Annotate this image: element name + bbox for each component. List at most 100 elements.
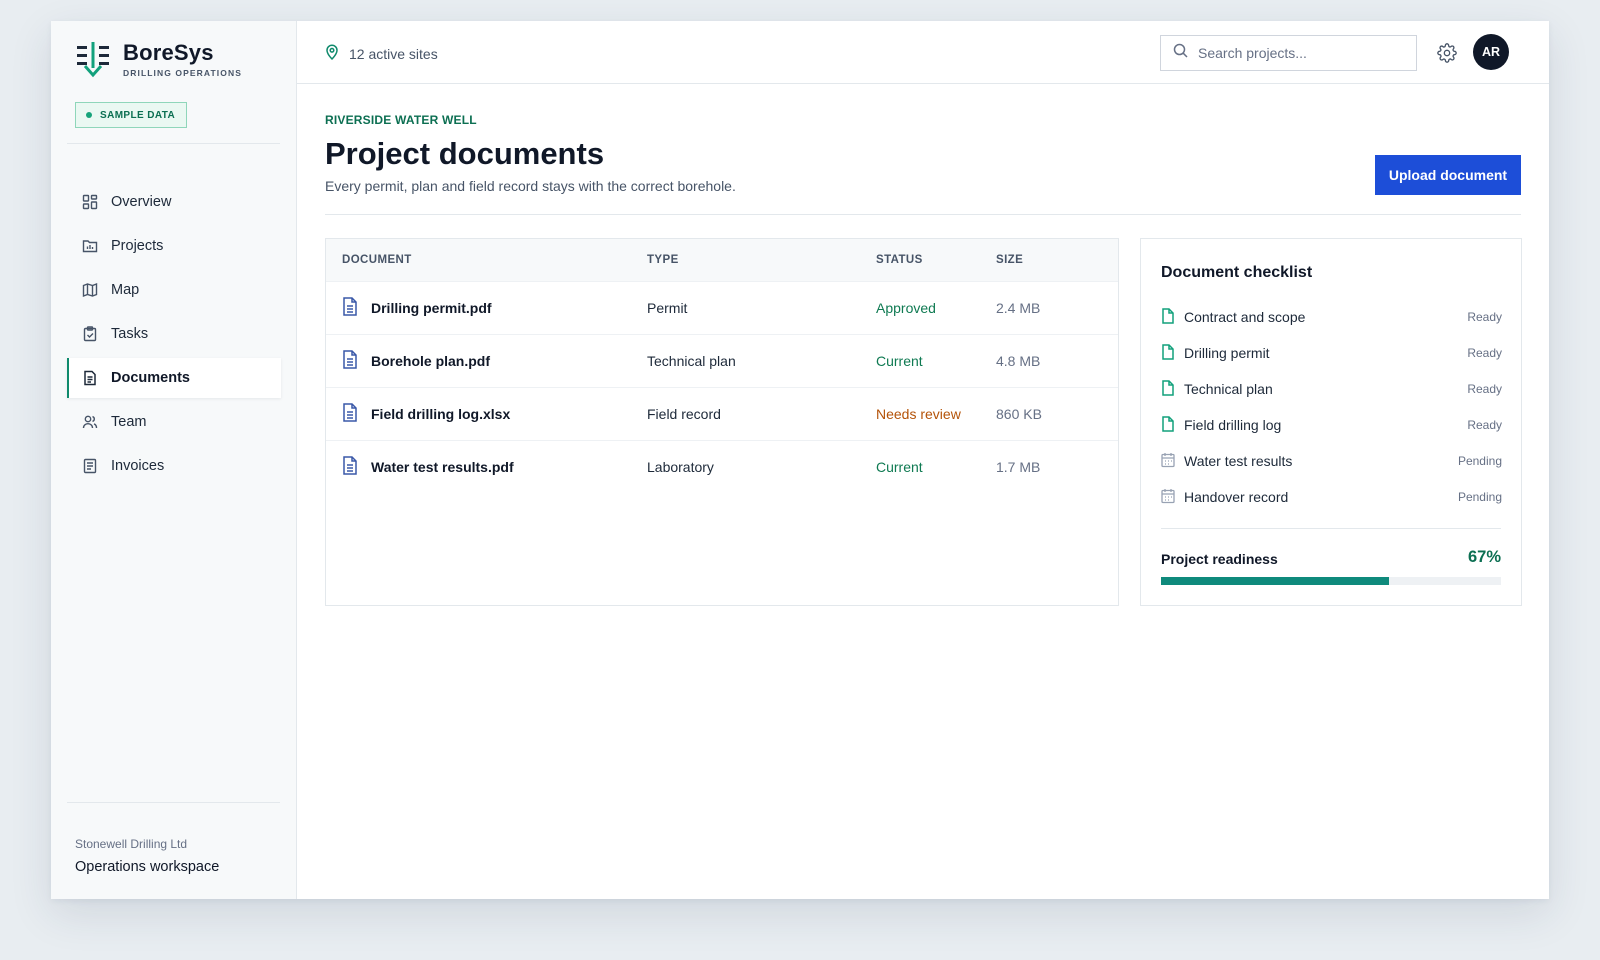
sidebar-footer-divider [67, 802, 280, 803]
checklist-item-label: Field drilling log [1184, 417, 1282, 433]
document-size: 860 KB [996, 406, 1042, 422]
calendar-icon [1161, 488, 1184, 507]
file-check-icon [1161, 343, 1184, 363]
sidebar-item-tasks[interactable]: Tasks [67, 314, 281, 354]
gear-icon[interactable] [1437, 43, 1457, 63]
checklist-item-state: Ready [1467, 418, 1502, 432]
readiness-progress-fill [1161, 577, 1389, 585]
sidebar-item-invoices[interactable]: Invoices [67, 446, 281, 486]
table-header: DOCUMENT TYPE STATUS SIZE [326, 239, 1118, 281]
checklist-item-state: Pending [1457, 490, 1502, 504]
grid-icon [82, 194, 98, 210]
file-check-icon [1161, 307, 1184, 327]
table-row[interactable]: Field drilling log.xlsx Field record Nee… [326, 387, 1118, 440]
checklist-item-label: Technical plan [1184, 381, 1273, 397]
checklist-title: Document checklist [1161, 264, 1313, 281]
sidebar-nav: Overview Projects Map Tasks Documents Te… [67, 182, 281, 490]
list-item: Handover record Pending [1161, 479, 1502, 515]
sample-data-badge: SAMPLE DATA [75, 102, 188, 128]
column-header-document: DOCUMENT [342, 254, 412, 266]
status-badge: Current [876, 353, 923, 369]
checklist-item-label: Water test results [1184, 453, 1293, 469]
brand-name: BoreSys [123, 40, 214, 65]
folder-chart-icon [82, 238, 98, 254]
topbar: 12 active sites AR [297, 21, 1549, 84]
sidebar: BoreSys DRILLING OPERATIONS SAMPLE DATA … [51, 21, 297, 899]
main-area: 12 active sites AR RIVERSIDE WATER WELL [297, 21, 1549, 899]
document-icon [342, 297, 358, 319]
calendar-icon [1161, 452, 1184, 471]
brand[interactable]: BoreSys DRILLING OPERATIONS [75, 41, 242, 78]
checklist-divider [1161, 528, 1501, 529]
checklist-item-state: Ready [1467, 310, 1502, 324]
checklist-list: Contract and scope Ready Drilling permit… [1161, 299, 1502, 515]
status-badge: Current [876, 459, 923, 475]
app-window: BoreSys DRILLING OPERATIONS SAMPLE DATA … [51, 21, 1549, 899]
document-size: 4.8 MB [996, 353, 1041, 369]
workspace-switcher[interactable]: Stonewell Drilling Ltd Operations worksp… [75, 837, 219, 875]
company-name: Stonewell Drilling Ltd [75, 837, 188, 851]
project-name: RIVERSIDE WATER WELL [325, 113, 477, 127]
document-size: 1.7 MB [996, 459, 1041, 475]
sidebar-item-documents[interactable]: Documents [67, 358, 281, 398]
active-sites-label: 12 active sites [349, 45, 438, 62]
table-row[interactable]: Water test results.pdf Laboratory Curren… [326, 440, 1118, 493]
readiness-value: 67% [1467, 548, 1501, 566]
search-icon [1173, 43, 1198, 63]
workspace-name: Operations workspace [75, 859, 220, 875]
page-subtitle: Every permit, plan and field record stay… [325, 178, 736, 194]
document-name[interactable]: Field drilling log.xlsx [371, 406, 510, 422]
document-name[interactable]: Water test results.pdf [371, 459, 514, 475]
document-name[interactable]: Drilling permit.pdf [371, 300, 492, 316]
sidebar-item-label: Team [111, 414, 147, 430]
upload-document-button[interactable]: Upload document [1375, 155, 1521, 195]
location-pin-icon [325, 44, 349, 63]
sidebar-item-team[interactable]: Team [67, 402, 281, 442]
page-title: Project documents [325, 136, 605, 171]
column-header-size: SIZE [996, 254, 1024, 266]
table-row[interactable]: Drilling permit.pdf Permit Approved 2.4 … [326, 281, 1118, 334]
column-header-type: TYPE [647, 254, 679, 266]
search-box[interactable] [1160, 35, 1417, 71]
sidebar-item-overview[interactable]: Overview [67, 182, 281, 222]
checklist-item-label: Contract and scope [1184, 309, 1306, 325]
checklist-item-state: Ready [1467, 346, 1502, 360]
sidebar-divider [67, 143, 280, 144]
document-type: Permit [647, 300, 688, 316]
document-icon [342, 456, 358, 478]
sidebar-item-projects[interactable]: Projects [67, 226, 281, 266]
document-checklist: Document checklist Contract and scope Re… [1140, 238, 1522, 606]
checklist-item-state: Ready [1467, 382, 1502, 396]
list-item: Field drilling log Ready [1161, 407, 1502, 443]
document-name[interactable]: Borehole plan.pdf [371, 353, 490, 369]
receipt-icon [82, 458, 98, 474]
brand-subtitle: DRILLING OPERATIONS [123, 68, 242, 78]
document-size: 2.4 MB [996, 300, 1041, 316]
status-badge: Approved [876, 300, 936, 316]
column-header-status: STATUS [876, 254, 923, 266]
checklist-item-label: Handover record [1184, 489, 1289, 505]
checklist-item-label: Drilling permit [1184, 345, 1270, 361]
documents-table: DOCUMENT TYPE STATUS SIZE Drilling permi… [325, 238, 1119, 606]
table-row[interactable]: Borehole plan.pdf Technical plan Current… [326, 334, 1118, 387]
status-badge: Needs review [876, 406, 961, 422]
list-item: Contract and scope Ready [1161, 299, 1502, 335]
sidebar-item-label: Documents [111, 370, 190, 386]
map-icon [82, 282, 98, 298]
document-type: Technical plan [647, 353, 736, 369]
document-type: Field record [647, 406, 721, 422]
avatar[interactable]: AR [1473, 34, 1509, 70]
sidebar-item-label: Overview [111, 194, 172, 210]
users-icon [82, 414, 98, 430]
checklist-item-state: Pending [1457, 454, 1502, 468]
document-icon [342, 350, 358, 372]
active-sites[interactable]: 12 active sites [325, 44, 438, 63]
document-type: Laboratory [647, 459, 714, 475]
sidebar-item-label: Tasks [111, 326, 149, 342]
file-check-icon [1161, 379, 1184, 399]
sidebar-item-map[interactable]: Map [67, 270, 281, 310]
sidebar-item-label: Map [111, 282, 140, 298]
search-input[interactable] [1198, 45, 1398, 61]
content-divider [325, 214, 1521, 215]
status-dot-icon [86, 112, 92, 118]
